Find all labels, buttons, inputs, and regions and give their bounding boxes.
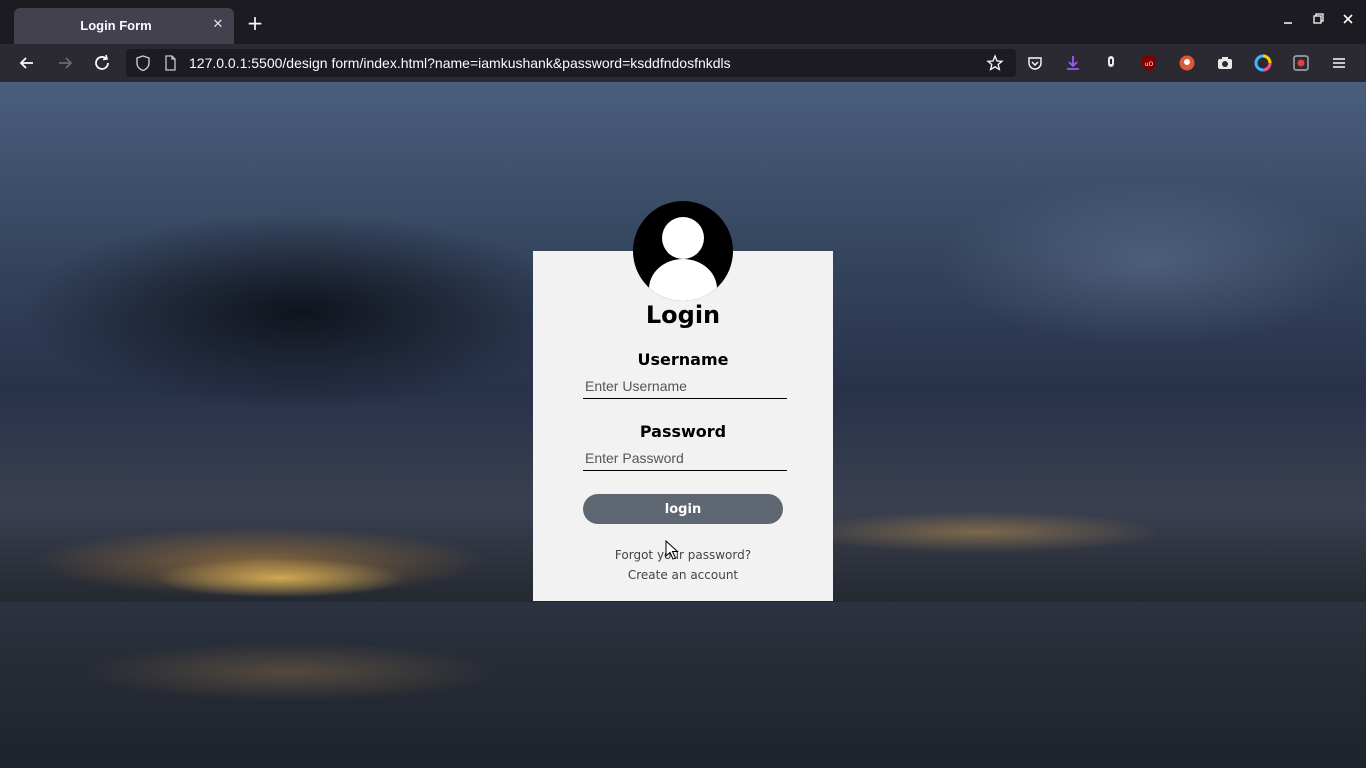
reload-icon[interactable] bbox=[92, 53, 114, 73]
login-card: Login Username Password login Forgot you… bbox=[533, 201, 833, 601]
close-window-icon[interactable] bbox=[1340, 11, 1356, 27]
url-text[interactable]: 127.0.0.1:5500/design form/index.html?na… bbox=[189, 55, 731, 71]
tab-title: Login Form bbox=[80, 18, 152, 33]
back-icon[interactable] bbox=[16, 53, 38, 73]
url-bar[interactable]: 127.0.0.1:5500/design form/index.html?na… bbox=[126, 49, 1016, 77]
extension-mic-icon[interactable] bbox=[1102, 54, 1120, 72]
ublock-icon[interactable]: uO bbox=[1140, 54, 1158, 72]
login-title: Login bbox=[645, 301, 721, 329]
camera-icon[interactable] bbox=[1216, 54, 1234, 72]
username-input[interactable] bbox=[583, 373, 787, 399]
menu-icon[interactable] bbox=[1330, 54, 1348, 72]
username-label: Username bbox=[637, 350, 729, 369]
close-tab-icon[interactable]: ✕ bbox=[210, 17, 226, 33]
download-icon[interactable] bbox=[1064, 54, 1082, 72]
restore-icon[interactable] bbox=[1310, 11, 1326, 27]
pocket-icon[interactable] bbox=[1026, 54, 1044, 72]
forward-icon[interactable] bbox=[54, 53, 76, 73]
minimize-icon[interactable] bbox=[1280, 11, 1296, 27]
user-avatar-icon bbox=[633, 201, 733, 301]
page-icon bbox=[161, 54, 179, 72]
bookmark-star-icon[interactable] bbox=[986, 54, 1004, 72]
svg-text:uO: uO bbox=[1145, 61, 1154, 68]
create-account-link[interactable]: Create an account bbox=[533, 568, 833, 582]
password-label: Password bbox=[639, 422, 727, 441]
mouse-cursor-icon bbox=[665, 539, 679, 560]
page-background: Login Username Password login Forgot you… bbox=[0, 82, 1366, 768]
login-button[interactable]: login bbox=[583, 494, 783, 524]
sea-reflection bbox=[80, 642, 500, 702]
forgot-password-link[interactable]: Forgot your password? bbox=[533, 548, 833, 562]
tab-login-form[interactable]: Login Form ✕ bbox=[14, 8, 234, 44]
new-tab-button[interactable]: + bbox=[244, 12, 266, 34]
screen-record-icon[interactable] bbox=[1292, 54, 1310, 72]
color-picker-icon[interactable] bbox=[1254, 54, 1272, 72]
password-input[interactable] bbox=[583, 445, 787, 471]
nav-bar: 127.0.0.1:5500/design form/index.html?na… bbox=[0, 44, 1366, 82]
shield-icon[interactable] bbox=[134, 54, 152, 72]
tab-bar: Login Form ✕ + bbox=[0, 0, 1366, 44]
duckduckgo-icon[interactable] bbox=[1178, 54, 1196, 72]
